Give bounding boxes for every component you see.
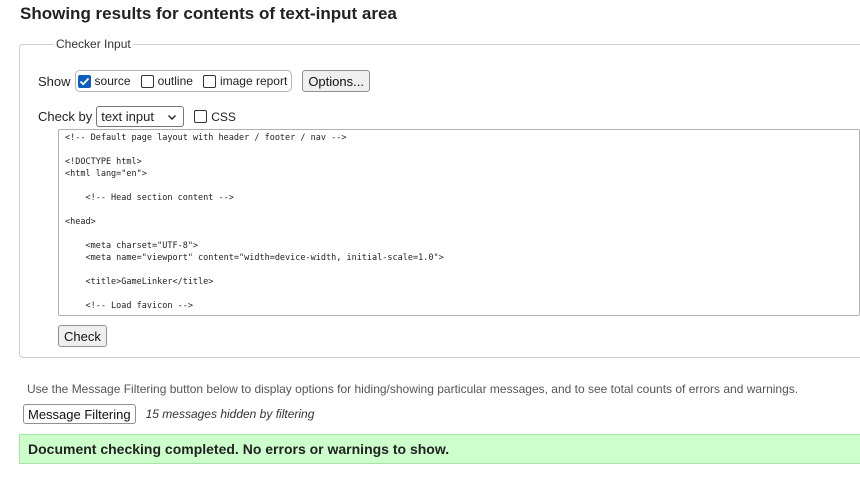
check-button[interactable]: Check bbox=[58, 325, 107, 347]
show-options-group: source outline image report bbox=[74, 70, 293, 92]
message-filtering-button[interactable]: Message Filtering bbox=[23, 404, 136, 424]
result-success-banner: Document checking completed. No errors o… bbox=[19, 434, 860, 464]
css-checkbox[interactable] bbox=[194, 110, 208, 123]
filtering-hint: Use the Message Filtering button below t… bbox=[27, 382, 799, 396]
check-by-row: Check by text input CSS bbox=[38, 106, 236, 127]
hidden-messages-note: 15 messages hidden by filtering bbox=[145, 407, 315, 421]
show-outline-option[interactable]: outline bbox=[140, 74, 193, 88]
show-label: Show bbox=[38, 73, 71, 89]
image-report-checkbox[interactable] bbox=[202, 74, 216, 88]
image-report-label: image report bbox=[219, 74, 288, 88]
filtering-row: Message Filtering 15 messages hidden by … bbox=[23, 404, 314, 424]
chevron-down-icon bbox=[168, 114, 177, 120]
outline-checkbox[interactable] bbox=[140, 74, 154, 88]
page-heading: Showing results for contents of text-inp… bbox=[20, 4, 397, 23]
css-label: CSS bbox=[211, 109, 236, 124]
options-button[interactable]: Options... bbox=[302, 70, 370, 92]
check-by-select-value: text input bbox=[101, 109, 154, 124]
check-by-label: Check by bbox=[38, 109, 93, 124]
source-label: source bbox=[94, 74, 131, 88]
result-message: Document checking completed. No errors o… bbox=[28, 441, 450, 457]
show-source-option[interactable]: source bbox=[77, 74, 131, 88]
outline-label: outline bbox=[157, 74, 193, 88]
show-image-report-option[interactable]: image report bbox=[202, 74, 288, 88]
source-textarea[interactable]: <!-- Default page layout with header / f… bbox=[58, 129, 860, 316]
css-option[interactable]: CSS bbox=[194, 110, 236, 124]
checker-input-legend: Checker Input bbox=[56, 37, 131, 51]
source-checkbox[interactable] bbox=[77, 74, 91, 88]
show-row: Show source outline image report Options… bbox=[38, 70, 370, 92]
check-by-select[interactable]: text input bbox=[96, 106, 185, 127]
